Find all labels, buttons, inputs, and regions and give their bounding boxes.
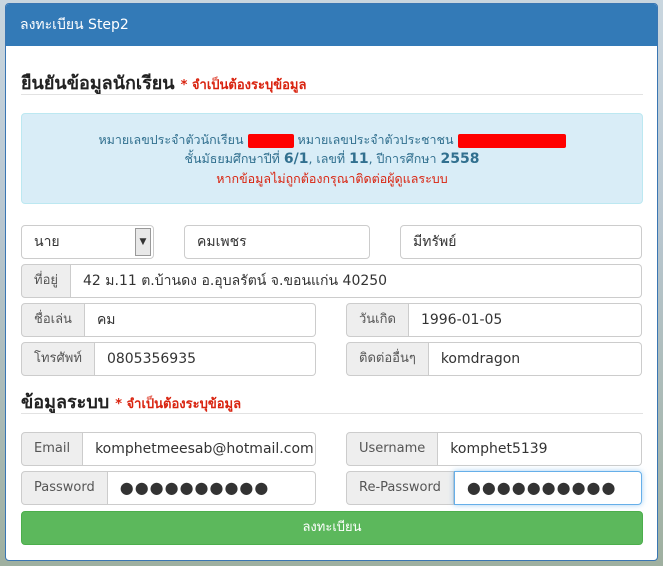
- email-label: Email: [21, 432, 84, 466]
- year-prefix: , ปีการศึกษา: [368, 151, 437, 166]
- system-section-heading: ข้อมูลระบบ * จำเป็นต้องระบุข้อมูล: [21, 387, 241, 416]
- student-section-title: ยืนยันข้อมูลนักเรียน: [21, 73, 175, 94]
- nickname-group: ชื่อเล่น คม: [21, 303, 316, 337]
- divider: [21, 94, 643, 95]
- other-contact-group: ติดต่ออื่นๆ komdragon: [346, 342, 642, 376]
- password-label: Password: [21, 471, 108, 505]
- system-section-title: ข้อมูลระบบ: [21, 392, 110, 413]
- number-value: 11: [349, 151, 369, 167]
- repassword-label: Re-Password: [346, 471, 454, 505]
- nickname-input[interactable]: คม: [84, 303, 316, 337]
- username-input[interactable]: komphet5139: [438, 432, 642, 466]
- password-group: Password ●●●●●●●●●●: [21, 471, 316, 505]
- chevron-down-icon[interactable]: ▼: [135, 228, 151, 256]
- class-prefix: ชั้นมัธยมศึกษาปีที่: [184, 151, 280, 166]
- panel-title: ลงทะเบียน Step2: [6, 4, 657, 46]
- class-line: ชั้นมัธยมศึกษาปีที่ 6/1, เลขที่ 11, ปีกา…: [22, 149, 642, 169]
- redacted-citizen-id: [457, 133, 566, 148]
- repassword-group: Re-Password ●●●●●●●●●●: [346, 471, 642, 505]
- registration-panel: ลงทะเบียน Step2 ยืนยันข้อมูลนักเรียน * จำ…: [5, 3, 658, 561]
- birthday-label: วันเกิด: [346, 303, 409, 337]
- first-name-input[interactable]: คมเพชร: [184, 225, 370, 259]
- citizen-id-label: หมายเลขประจำตัวประชาชน: [297, 132, 454, 147]
- student-info-alert: หมายเลขประจำตัวนักเรียน หมายเลขประจำตัวป…: [21, 113, 643, 204]
- birthday-group: วันเกิด 1996-01-05: [346, 303, 642, 337]
- address-group: ที่อยู่ 42 ม.11 ต.บ้านดง อ.อุบลรัตน์ จ.ข…: [21, 264, 642, 298]
- contact-admin-warning: หากข้อมูลไม่ถูกต้องกรุณาติดต่อผู้ดูแลระบ…: [216, 171, 448, 186]
- phone-group: โทรศัพท์ 0805356935: [21, 342, 316, 376]
- email-input[interactable]: komphetmeesab@hotmail.com: [83, 432, 316, 466]
- divider: [21, 413, 643, 414]
- title-select-value: นาย: [34, 234, 60, 250]
- address-input[interactable]: 42 ม.11 ต.บ้านดง อ.อุบลรัตน์ จ.ขอนแก่น 4…: [71, 264, 642, 298]
- address-label: ที่อยู่: [21, 264, 71, 298]
- repassword-input[interactable]: ●●●●●●●●●●: [453, 471, 642, 505]
- password-input[interactable]: ●●●●●●●●●●: [107, 471, 316, 505]
- email-group: Email komphetmeesab@hotmail.com: [21, 432, 316, 466]
- phone-input[interactable]: 0805356935: [94, 342, 316, 376]
- other-contact-label: ติดต่ออื่นๆ: [346, 342, 429, 376]
- phone-label: โทรศัพท์: [21, 342, 95, 376]
- id-line: หมายเลขประจำตัวนักเรียน หมายเลขประจำตัวป…: [22, 130, 642, 149]
- username-label: Username: [346, 432, 439, 466]
- register-button[interactable]: ลงทะเบียน: [21, 511, 643, 545]
- username-group: Username komphet5139: [346, 432, 642, 466]
- title-select[interactable]: นาย ▼: [21, 225, 154, 259]
- nickname-label: ชื่อเล่น: [21, 303, 85, 337]
- redacted-student-id: [247, 133, 294, 148]
- other-contact-input[interactable]: komdragon: [428, 342, 642, 376]
- last-name-input[interactable]: มีทรัพย์: [400, 225, 642, 259]
- student-id-label: หมายเลขประจำตัวนักเรียน: [98, 132, 244, 147]
- number-prefix: , เลขที่: [308, 151, 346, 166]
- class-value: 6/1: [283, 151, 309, 167]
- required-note: * จำเป็นต้องระบุข้อมูล: [180, 78, 307, 93]
- birthday-input[interactable]: 1996-01-05: [408, 303, 642, 337]
- system-required-note: * จำเป็นต้องระบุข้อมูล: [115, 397, 242, 412]
- student-section-heading: ยืนยันข้อมูลนักเรียน * จำเป็นต้องระบุข้อม…: [21, 68, 306, 97]
- year-value: 2558: [440, 151, 480, 167]
